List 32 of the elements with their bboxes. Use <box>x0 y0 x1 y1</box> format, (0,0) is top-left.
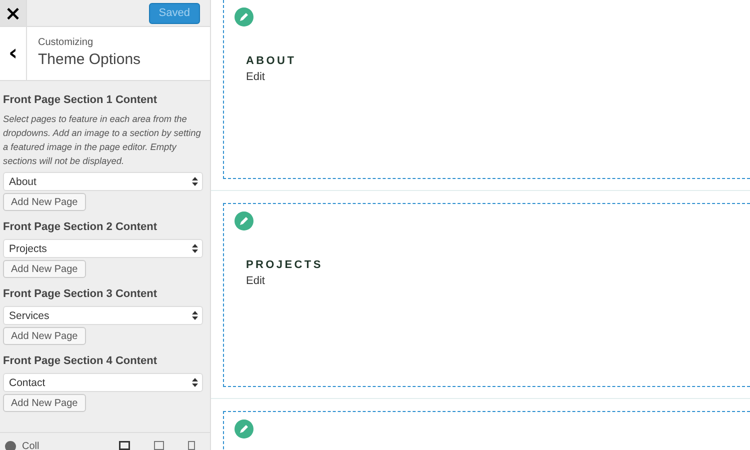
panel-subtitle: Customizing <box>38 37 94 48</box>
mobile-icon[interactable] <box>188 441 195 450</box>
edit-link[interactable]: Edit <box>246 71 265 83</box>
edit-link[interactable]: Edit <box>246 275 265 287</box>
dropdown-arrows-icon <box>192 244 198 253</box>
section-title: PROJECTS <box>246 259 324 271</box>
dropdown-arrows-icon <box>192 311 198 320</box>
dropdown-arrows-icon <box>192 378 198 387</box>
page-select[interactable]: About <box>3 172 203 191</box>
page-select[interactable]: Projects <box>3 239 203 258</box>
page-select[interactable]: Contact <box>3 373 203 392</box>
collapse-icon <box>5 441 16 450</box>
section-heading: Front Page Section 2 Content <box>3 221 158 233</box>
tablet-icon[interactable] <box>154 441 164 450</box>
section-description: Select pages to feature in each area from the dropdowns. Add an image to a section by setting a featured image in the page editor. Empty sections will not be displayed. <box>3 113 202 168</box>
edit-pencil-icon[interactable] <box>234 211 254 231</box>
add-new-page-button[interactable]: Add New Page <box>3 327 86 345</box>
add-new-page-button[interactable]: Add New Page <box>3 193 86 211</box>
edit-pencil-icon[interactable] <box>234 7 254 27</box>
close-button[interactable]: × <box>0 0 27 26</box>
edit-pencil-icon[interactable] <box>234 419 254 439</box>
section-heading: Front Page Section 1 Content <box>3 94 158 106</box>
section-heading: Front Page Section 3 Content <box>3 288 158 300</box>
add-new-page-button[interactable]: Add New Page <box>3 260 86 278</box>
section-title: ABOUT <box>246 55 298 67</box>
collapse-button[interactable]: Coll <box>5 441 40 450</box>
dropdown-arrows-icon <box>192 177 198 186</box>
section-heading: Front Page Section 4 Content <box>3 355 158 367</box>
desktop-icon[interactable] <box>119 441 130 450</box>
page-select[interactable]: Services <box>3 306 203 325</box>
add-new-page-button[interactable]: Add New Page <box>3 394 86 412</box>
panel-title: Theme Options <box>38 51 141 68</box>
